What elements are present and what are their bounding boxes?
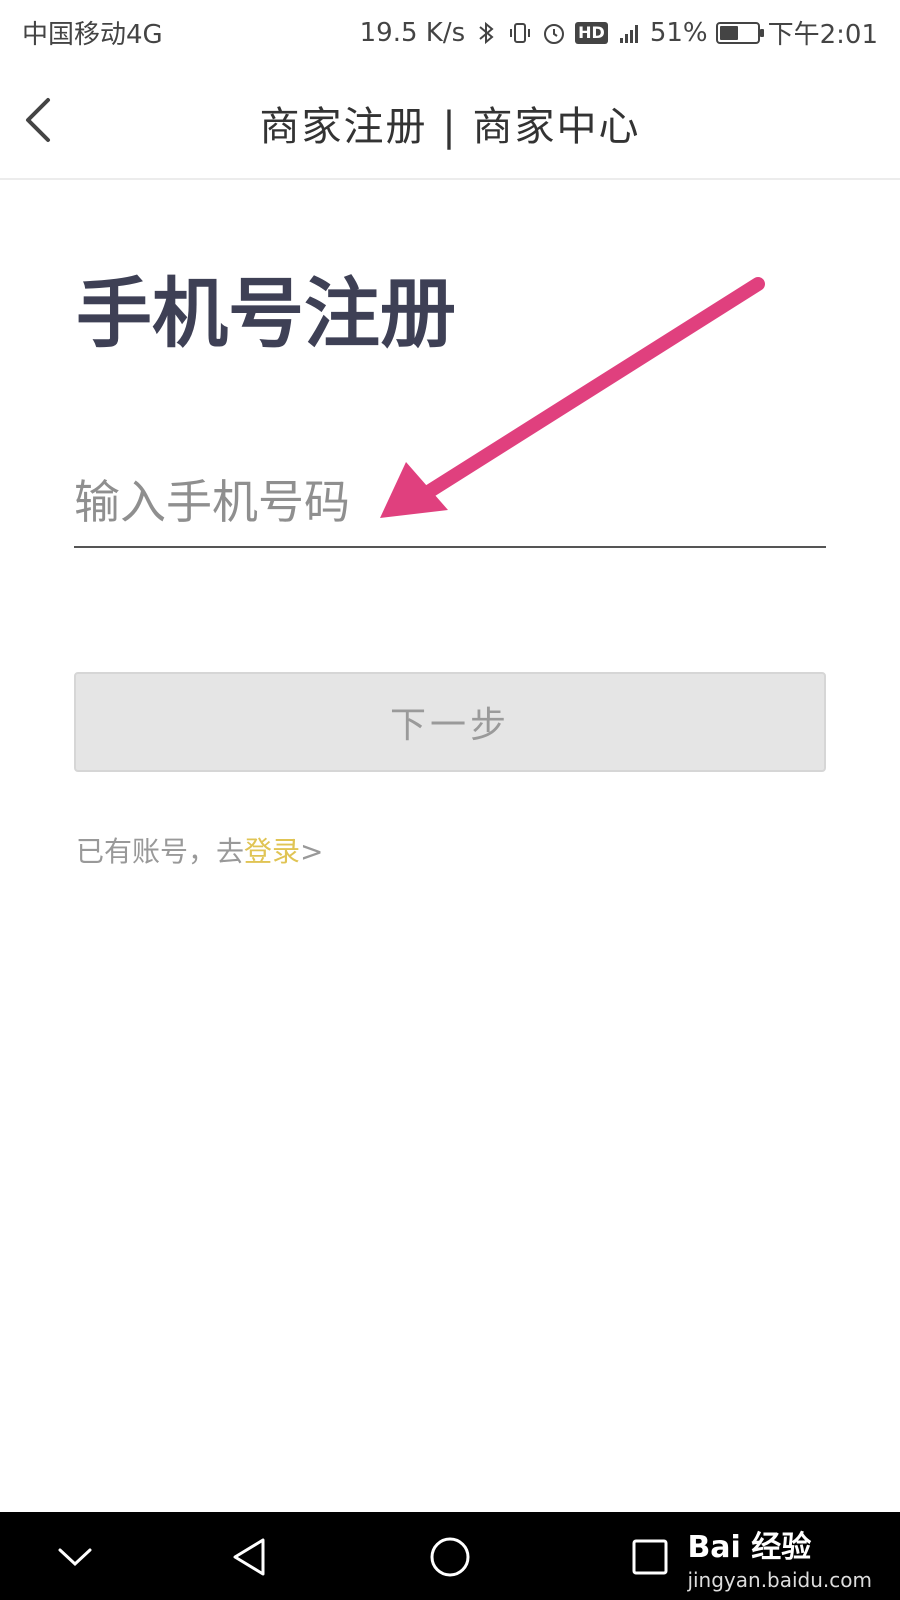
watermark-url: jingyan.baidu.com: [687, 1568, 872, 1592]
page-header-title: 商家注册 | 商家中心: [259, 104, 641, 150]
battery-icon: [715, 21, 764, 44]
login-prompt-text: 已有账号，去: [76, 835, 245, 868]
back-triangle-icon[interactable]: [225, 1532, 275, 1582]
clock: 下午2:01: [767, 20, 878, 50]
annotation-arrow: [380, 277, 765, 518]
chevron-down-icon[interactable]: [50, 1532, 100, 1582]
hd-badge: HD: [575, 21, 608, 44]
watermark-brand: Bai 经验: [687, 1530, 812, 1565]
alarm-icon: [544, 23, 565, 44]
login-prompt: 已有账号，去登录>: [76, 830, 324, 870]
net-speed: 19.5 K/s: [359, 17, 466, 48]
nav-bar: 商家注册 | 商家中心: [0, 62, 900, 180]
login-arrow: >: [300, 835, 324, 868]
status-icons: 19.5 K/s HD 51% 下午2:01: [360, 14, 878, 51]
battery-level: [719, 25, 738, 40]
carrier-label: 中国移动4G: [22, 20, 163, 50]
status-bar: 中国移动4G 19.5 K/s HD 51% 下午2:01: [0, 0, 900, 62]
baidu-watermark: Bai 经验 jingyan.baidu.com: [687, 1522, 872, 1592]
vibrate-icon: [510, 22, 531, 43]
next-step-button[interactable]: 下一步: [74, 672, 826, 772]
home-circle-icon[interactable]: [425, 1532, 475, 1582]
signal-icon: [619, 24, 638, 43]
battery-percent: 51%: [649, 17, 708, 48]
system-nav-bar: Bai 经验 jingyan.baidu.com: [0, 1512, 900, 1600]
recents-square-icon[interactable]: [625, 1532, 675, 1582]
bluetooth-icon: [479, 21, 494, 44]
login-link[interactable]: 登录: [244, 835, 300, 868]
